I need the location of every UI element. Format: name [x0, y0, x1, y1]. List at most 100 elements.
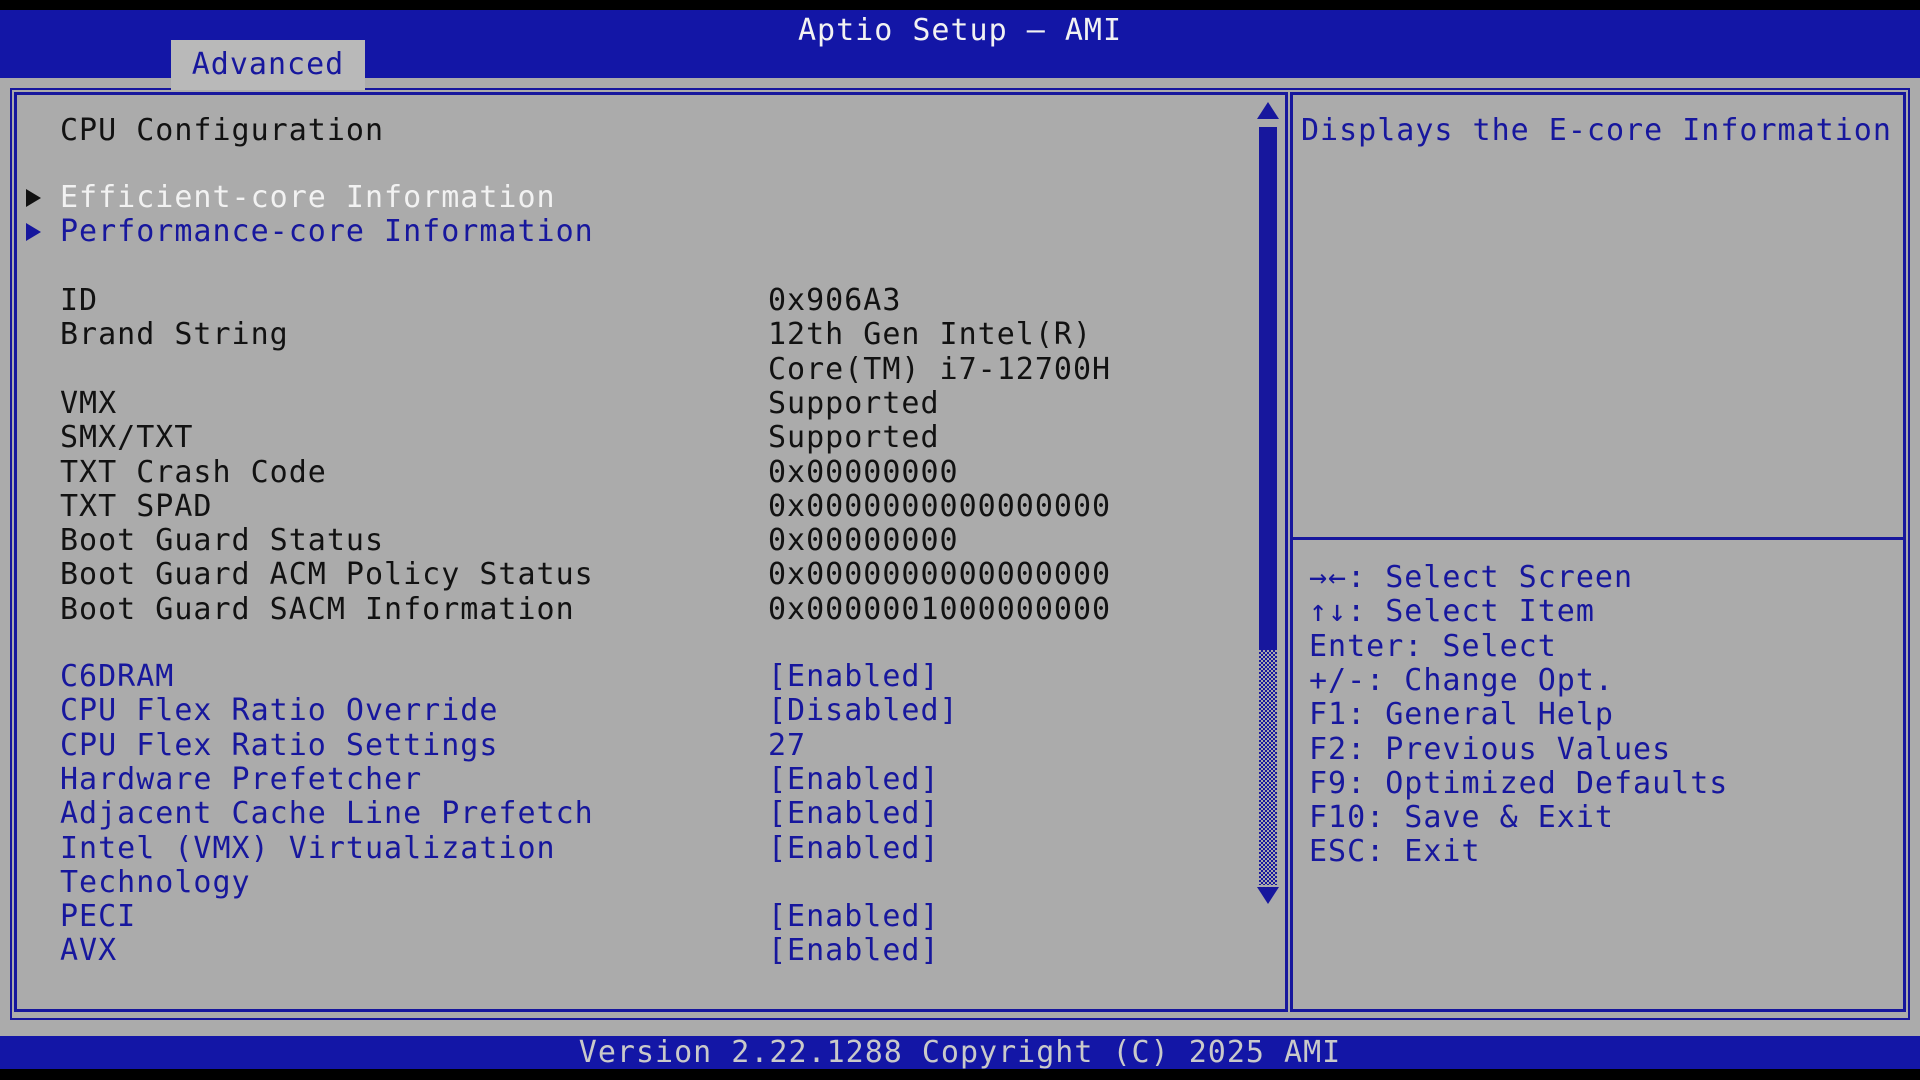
key-hint: F10: Save & Exit: [1301, 801, 1911, 835]
setting-label: Adjacent Cache Line Prefetch: [60, 797, 594, 831]
info-row: ID 0x906A3: [17, 284, 1285, 318]
info-row-continued: Core(TM) i7-12700H: [17, 353, 1285, 387]
info-value: 0x906A3: [768, 284, 901, 318]
setting-value: [Enabled]: [768, 660, 940, 694]
setting-value: [Enabled]: [768, 797, 940, 831]
key-hint: ESC: Exit: [1301, 835, 1911, 869]
info-row: VMX Supported: [17, 387, 1285, 421]
info-label: SMX/TXT: [60, 421, 193, 455]
setting-value: [Enabled]: [768, 763, 940, 797]
info-value: 0x00000000: [768, 524, 959, 558]
footer-bar: Version 2.22.1288 Copyright (C) 2025 AMI: [0, 1036, 1920, 1069]
info-row: Boot Guard Status 0x00000000: [17, 524, 1285, 558]
scroll-up-icon[interactable]: [1257, 102, 1279, 119]
info-label: Boot Guard Status: [60, 524, 384, 558]
help-panel: Displays the E-core Information →←: Sele…: [1290, 92, 1906, 1012]
bios-screen: Aptio Setup – AMI Advanced CPU Configura…: [0, 0, 1920, 1080]
key-hint: F9: Optimized Defaults: [1301, 767, 1911, 801]
scrollbar-track[interactable]: [1259, 650, 1277, 885]
key-hint: ↑↓: Select Item: [1301, 595, 1911, 629]
info-value: 0x0000001000000000: [768, 593, 1111, 627]
version-text: Version 2.22.1288 Copyright (C) 2025 AMI: [0, 1036, 1920, 1069]
info-label: TXT Crash Code: [60, 456, 327, 490]
key-hint: F1: General Help: [1301, 698, 1911, 732]
scrollbar[interactable]: [1257, 95, 1279, 1013]
info-value: Supported: [768, 387, 940, 421]
setting-row[interactable]: C6DRAM [Enabled]: [17, 660, 1285, 694]
key-hint: →←: Select Screen: [1301, 561, 1911, 595]
info-label: TXT SPAD: [60, 490, 213, 524]
info-row: Boot Guard ACM Policy Status 0x0000000000…: [17, 558, 1285, 592]
key-hint-label: F1: General Help: [1309, 698, 1614, 732]
submenu-arrow-icon: [26, 189, 41, 207]
scroll-down-icon[interactable]: [1257, 887, 1279, 904]
setting-row[interactable]: Hardware Prefetcher [Enabled]: [17, 763, 1285, 797]
key-hint-label: F2: Previous Values: [1309, 733, 1671, 767]
submenu-label: Efficient-core Information: [60, 181, 556, 215]
help-divider: [1293, 537, 1903, 540]
setting-row-continued: Technology: [17, 866, 1285, 900]
key-hint-label: →←: Select Screen: [1309, 561, 1633, 595]
tab-advanced-label: Advanced: [192, 47, 345, 82]
info-value: 0x0000000000000000: [768, 490, 1111, 524]
key-hint-label: F9: Optimized Defaults: [1309, 767, 1728, 801]
key-hint-label: ↑↓: Select Item: [1309, 595, 1595, 629]
info-row: TXT Crash Code 0x00000000: [17, 456, 1285, 490]
info-label: Boot Guard ACM Policy Status: [60, 558, 594, 592]
info-label: ID: [60, 284, 98, 318]
setting-label: Intel (VMX) Virtualization: [60, 832, 556, 866]
info-label: Boot Guard SACM Information: [60, 593, 575, 627]
submenu-item[interactable]: Efficient-core Information: [17, 181, 1285, 215]
bottom-edge: [0, 1069, 1920, 1080]
info-value: 12th Gen Intel(R): [768, 318, 1092, 352]
setting-label: CPU Flex Ratio Override: [60, 694, 498, 728]
info-value: Supported: [768, 421, 940, 455]
setting-row[interactable]: Intel (VMX) Virtualization [Enabled]: [17, 832, 1285, 866]
info-label: VMX: [60, 387, 117, 421]
header-bar: Aptio Setup – AMI Advanced: [0, 10, 1920, 78]
setting-label: Technology: [60, 866, 251, 900]
setting-row[interactable]: PECI [Enabled]: [17, 900, 1285, 934]
key-hint: Enter: Select: [1301, 630, 1911, 664]
key-hint-label: F10: Save & Exit: [1309, 801, 1614, 835]
left-panel: CPU Configuration Efficient-core Informa…: [14, 92, 1288, 1012]
info-value: Core(TM) i7-12700H: [768, 353, 1111, 387]
help-text: Displays the E-core Information: [1301, 114, 1911, 148]
info-value: 0x0000000000000000: [768, 558, 1111, 592]
setting-value: 27: [768, 729, 806, 763]
submenu-label: Performance-core Information: [60, 215, 594, 249]
setting-row[interactable]: CPU Flex Ratio Settings 27: [17, 729, 1285, 763]
info-row: Brand String 12th Gen Intel(R): [17, 318, 1285, 352]
setting-row[interactable]: AVX [Enabled]: [17, 934, 1285, 968]
help-text-label: Displays the E-core Information: [1301, 114, 1892, 148]
submenu-item[interactable]: Performance-core Information: [17, 215, 1285, 249]
info-row: Boot Guard SACM Information 0x00000010000…: [17, 593, 1285, 627]
key-hint-label: +/-: Change Opt.: [1309, 664, 1614, 698]
setting-value: [Enabled]: [768, 934, 940, 968]
info-row: TXT SPAD 0x0000000000000000: [17, 490, 1285, 524]
submenu-arrow-icon: [26, 223, 41, 241]
setting-label: PECI: [60, 900, 136, 934]
key-hint: F2: Previous Values: [1301, 733, 1911, 767]
info-value: 0x00000000: [768, 456, 959, 490]
info-row: SMX/TXT Supported: [17, 421, 1285, 455]
setting-label: AVX: [60, 934, 117, 968]
setting-value: [Enabled]: [768, 900, 940, 934]
content-area: CPU Configuration Efficient-core Informa…: [0, 78, 1920, 1036]
key-hint-label: Enter: Select: [1309, 630, 1557, 664]
setting-label: CPU Flex Ratio Settings: [60, 729, 498, 763]
section-title: CPU Configuration: [17, 114, 1285, 148]
scrollbar-thumb[interactable]: [1259, 127, 1277, 650]
section-title-label: CPU Configuration: [60, 114, 384, 148]
tab-advanced[interactable]: Advanced: [171, 40, 365, 90]
setting-label: C6DRAM: [60, 660, 174, 694]
setting-row[interactable]: CPU Flex Ratio Override [Disabled]: [17, 694, 1285, 728]
setting-value: [Disabled]: [768, 694, 959, 728]
key-hint-label: ESC: Exit: [1309, 835, 1481, 869]
info-label: Brand String: [60, 318, 289, 352]
key-hint: +/-: Change Opt.: [1301, 664, 1911, 698]
setting-label: Hardware Prefetcher: [60, 763, 422, 797]
setting-value: [Enabled]: [768, 832, 940, 866]
setting-row[interactable]: Adjacent Cache Line Prefetch [Enabled]: [17, 797, 1285, 831]
panel-frame: CPU Configuration Efficient-core Informa…: [10, 88, 1910, 1020]
